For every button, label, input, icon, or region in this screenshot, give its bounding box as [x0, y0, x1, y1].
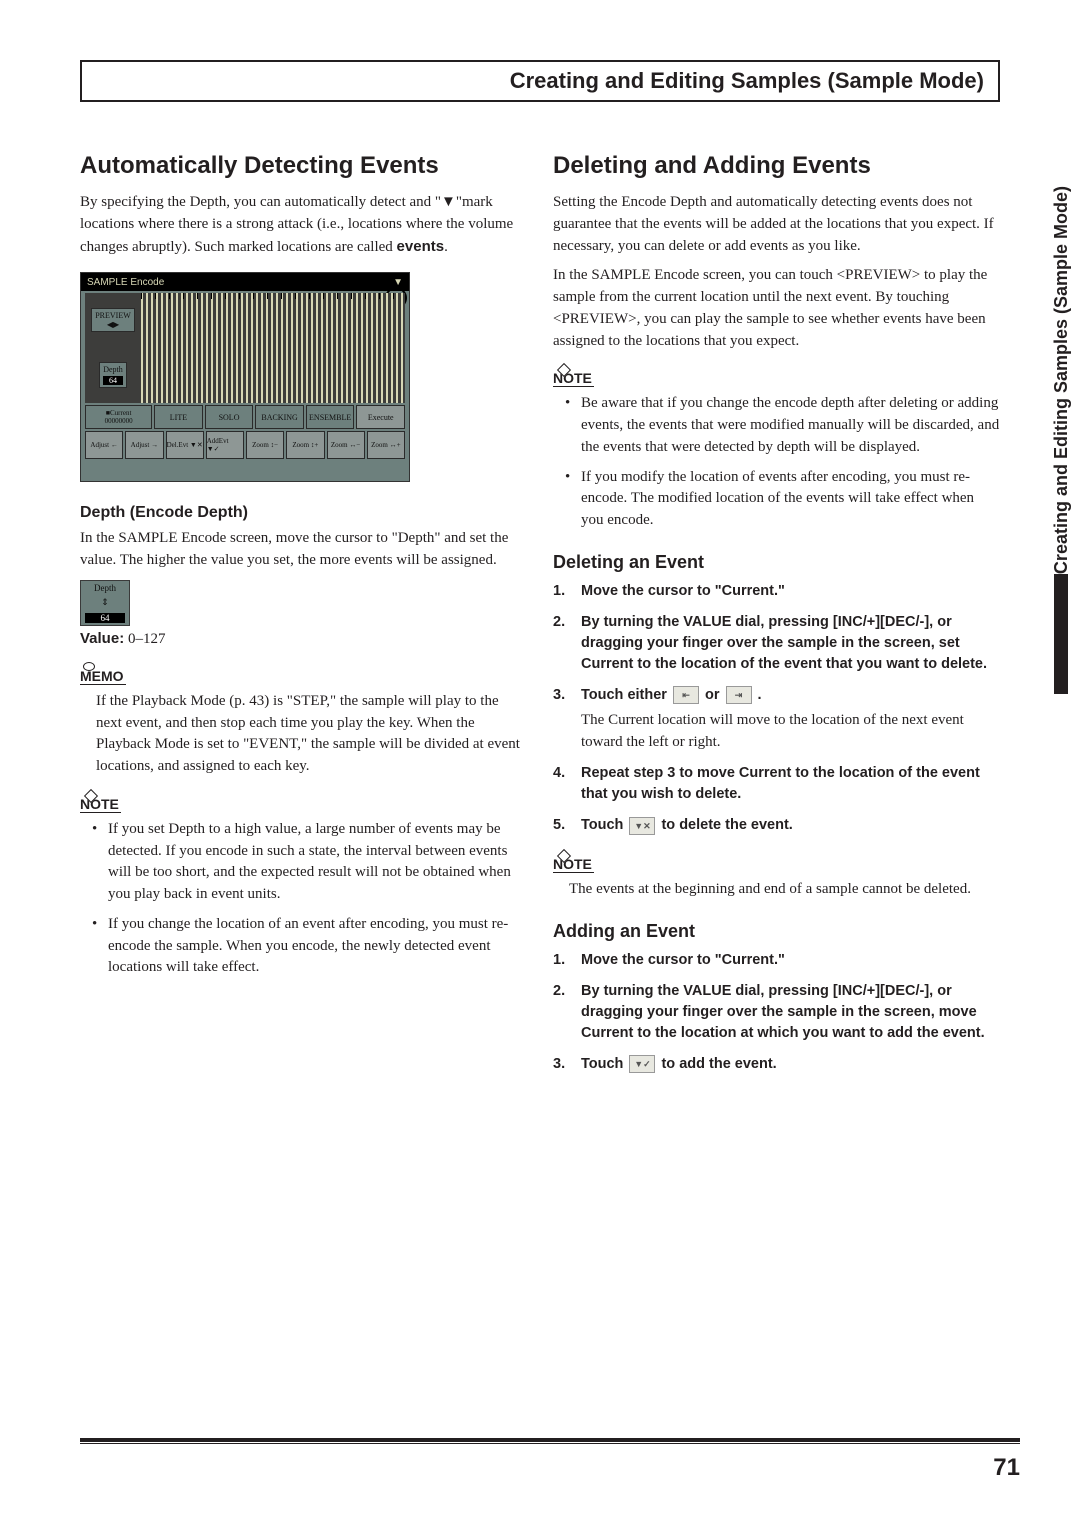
waveform-spikes	[141, 293, 405, 403]
add-evt-icon: ▼✓	[629, 1055, 655, 1073]
right-column: Deleting and Adding Events Setting the E…	[553, 152, 1000, 1085]
right-note-bullet-1: Be aware that if you change the encode d…	[569, 393, 1000, 458]
right-p1: Setting the Encode Depth and automatical…	[553, 192, 1000, 257]
deleting-event-heading: Deleting an Event	[553, 552, 1000, 573]
value-label: Value:	[80, 630, 124, 647]
execute-button[interactable]: Execute	[356, 405, 405, 429]
note-icon-right: NOTE	[553, 370, 594, 387]
del-evt-icon: ▼✕	[629, 817, 655, 835]
del-step-2: By turning the VALUE dial, pressing [INC…	[553, 612, 1000, 675]
add-step-3: Touch ▼✓ to add the event.	[553, 1054, 1000, 1075]
side-tab-bar	[1054, 574, 1068, 694]
heading-deleting-adding: Deleting and Adding Events	[553, 152, 1000, 180]
preview-button[interactable]: PREVIEW◀▶	[91, 308, 135, 332]
current-cell[interactable]: ■Current 00000000	[85, 405, 152, 429]
waveform-area: PREVIEW◀▶ Depth 64	[85, 293, 405, 403]
backing-button[interactable]: BACKING	[255, 405, 304, 429]
heading-auto-detect: Automatically Detecting Events	[80, 152, 527, 180]
screenshot-title: SAMPLE Encode	[87, 277, 164, 288]
right-p2: In the SAMPLE Encode screen, you can tou…	[553, 265, 1000, 352]
add-evt-button[interactable]: AddEvt ▼✓	[206, 431, 244, 459]
dropdown-icon: ▼	[393, 277, 403, 288]
del-evt-button[interactable]: Del.Evt ▼✕	[166, 431, 204, 459]
chapter-title: Creating and Editing Samples (Sample Mod…	[80, 60, 1000, 102]
depth-subheading: Depth (Encode Depth)	[80, 504, 527, 522]
right-note-bullet-2: If you modify the location of events aft…	[569, 467, 1000, 532]
memo-icon: MEMO	[80, 668, 126, 685]
adjust-right-button[interactable]: Adjust →	[125, 431, 163, 459]
del-note-text: The events at the beginning and end of a…	[569, 879, 1000, 901]
page-number: 71	[993, 1454, 1020, 1482]
side-tab-label: Creating and Editing Samples (Sample Mod…	[1051, 186, 1072, 574]
lite-button[interactable]: LITE	[154, 405, 203, 429]
screenshot-titlebar: SAMPLE Encode ▼	[81, 273, 409, 291]
note-bullet-2: If you change the location of an event a…	[96, 914, 527, 979]
side-tab: Creating and Editing Samples (Sample Mod…	[1042, 180, 1080, 740]
events-bold: events	[397, 238, 445, 255]
adjust-right-icon: ⇥	[726, 686, 752, 704]
bottom-row: Adjust ← Adjust → Del.Evt ▼✕ AddEvt ▼✓ Z…	[85, 431, 405, 459]
adjust-left-icon: ⇤	[673, 686, 699, 704]
del-step-1: Move the cursor to "Current."	[553, 581, 1000, 602]
value-range: 0–127	[124, 631, 165, 647]
depth-box[interactable]: Depth 64	[99, 362, 127, 388]
del-step-3: Touch either ⇤ or ⇥ . The Current locati…	[553, 685, 1000, 754]
left-column: Automatically Detecting Events By specif…	[80, 152, 527, 1085]
del-step-4: Repeat step 3 to move Current to the loc…	[553, 763, 1000, 805]
adding-event-heading: Adding an Event	[553, 921, 1000, 942]
memo-text: If the Playback Mode (p. 43) is "STEP," …	[96, 691, 527, 778]
intro-text: By specifying the Depth, you can automat…	[80, 194, 513, 255]
depth-thumbnail: Depth ⇕ 64	[80, 580, 130, 626]
del-note-icon: NOTE	[553, 856, 594, 873]
note-bullet-1: If you set Depth to a high value, a larg…	[96, 819, 527, 906]
sample-encode-screenshot: SAMPLE Encode ▼ PREVIEW◀▶ Depth 64	[80, 272, 410, 482]
zoom-v-minus-button[interactable]: Zoom ↕−	[246, 431, 284, 459]
zoom-v-plus-button[interactable]: Zoom ↕+	[286, 431, 324, 459]
zoom-h-minus-button[interactable]: Zoom ↔−	[327, 431, 365, 459]
del-step-5: Touch ▼✕ to delete the event.	[553, 815, 1000, 836]
add-step-2: By turning the VALUE dial, pressing [INC…	[553, 981, 1000, 1044]
del-step-3-sub: The Current location will move to the lo…	[581, 710, 1000, 754]
footer-rule	[80, 1438, 1020, 1444]
value-row: Value: 0–127	[80, 630, 527, 648]
solo-button[interactable]: SOLO	[205, 405, 254, 429]
intro-paragraph: By specifying the Depth, you can automat…	[80, 192, 527, 258]
add-step-1: Move the cursor to "Current."	[553, 950, 1000, 971]
zoom-h-plus-button[interactable]: Zoom ↔+	[367, 431, 405, 459]
intro-tail: .	[444, 239, 448, 255]
ensemble-button[interactable]: ENSEMBLE	[306, 405, 355, 429]
adjust-left-button[interactable]: Adjust ←	[85, 431, 123, 459]
depth-paragraph: In the SAMPLE Encode screen, move the cu…	[80, 528, 527, 572]
mid-row: ■Current 00000000 LITE SOLO BACKING ENSE…	[85, 405, 405, 429]
note-icon: NOTE	[80, 796, 121, 813]
